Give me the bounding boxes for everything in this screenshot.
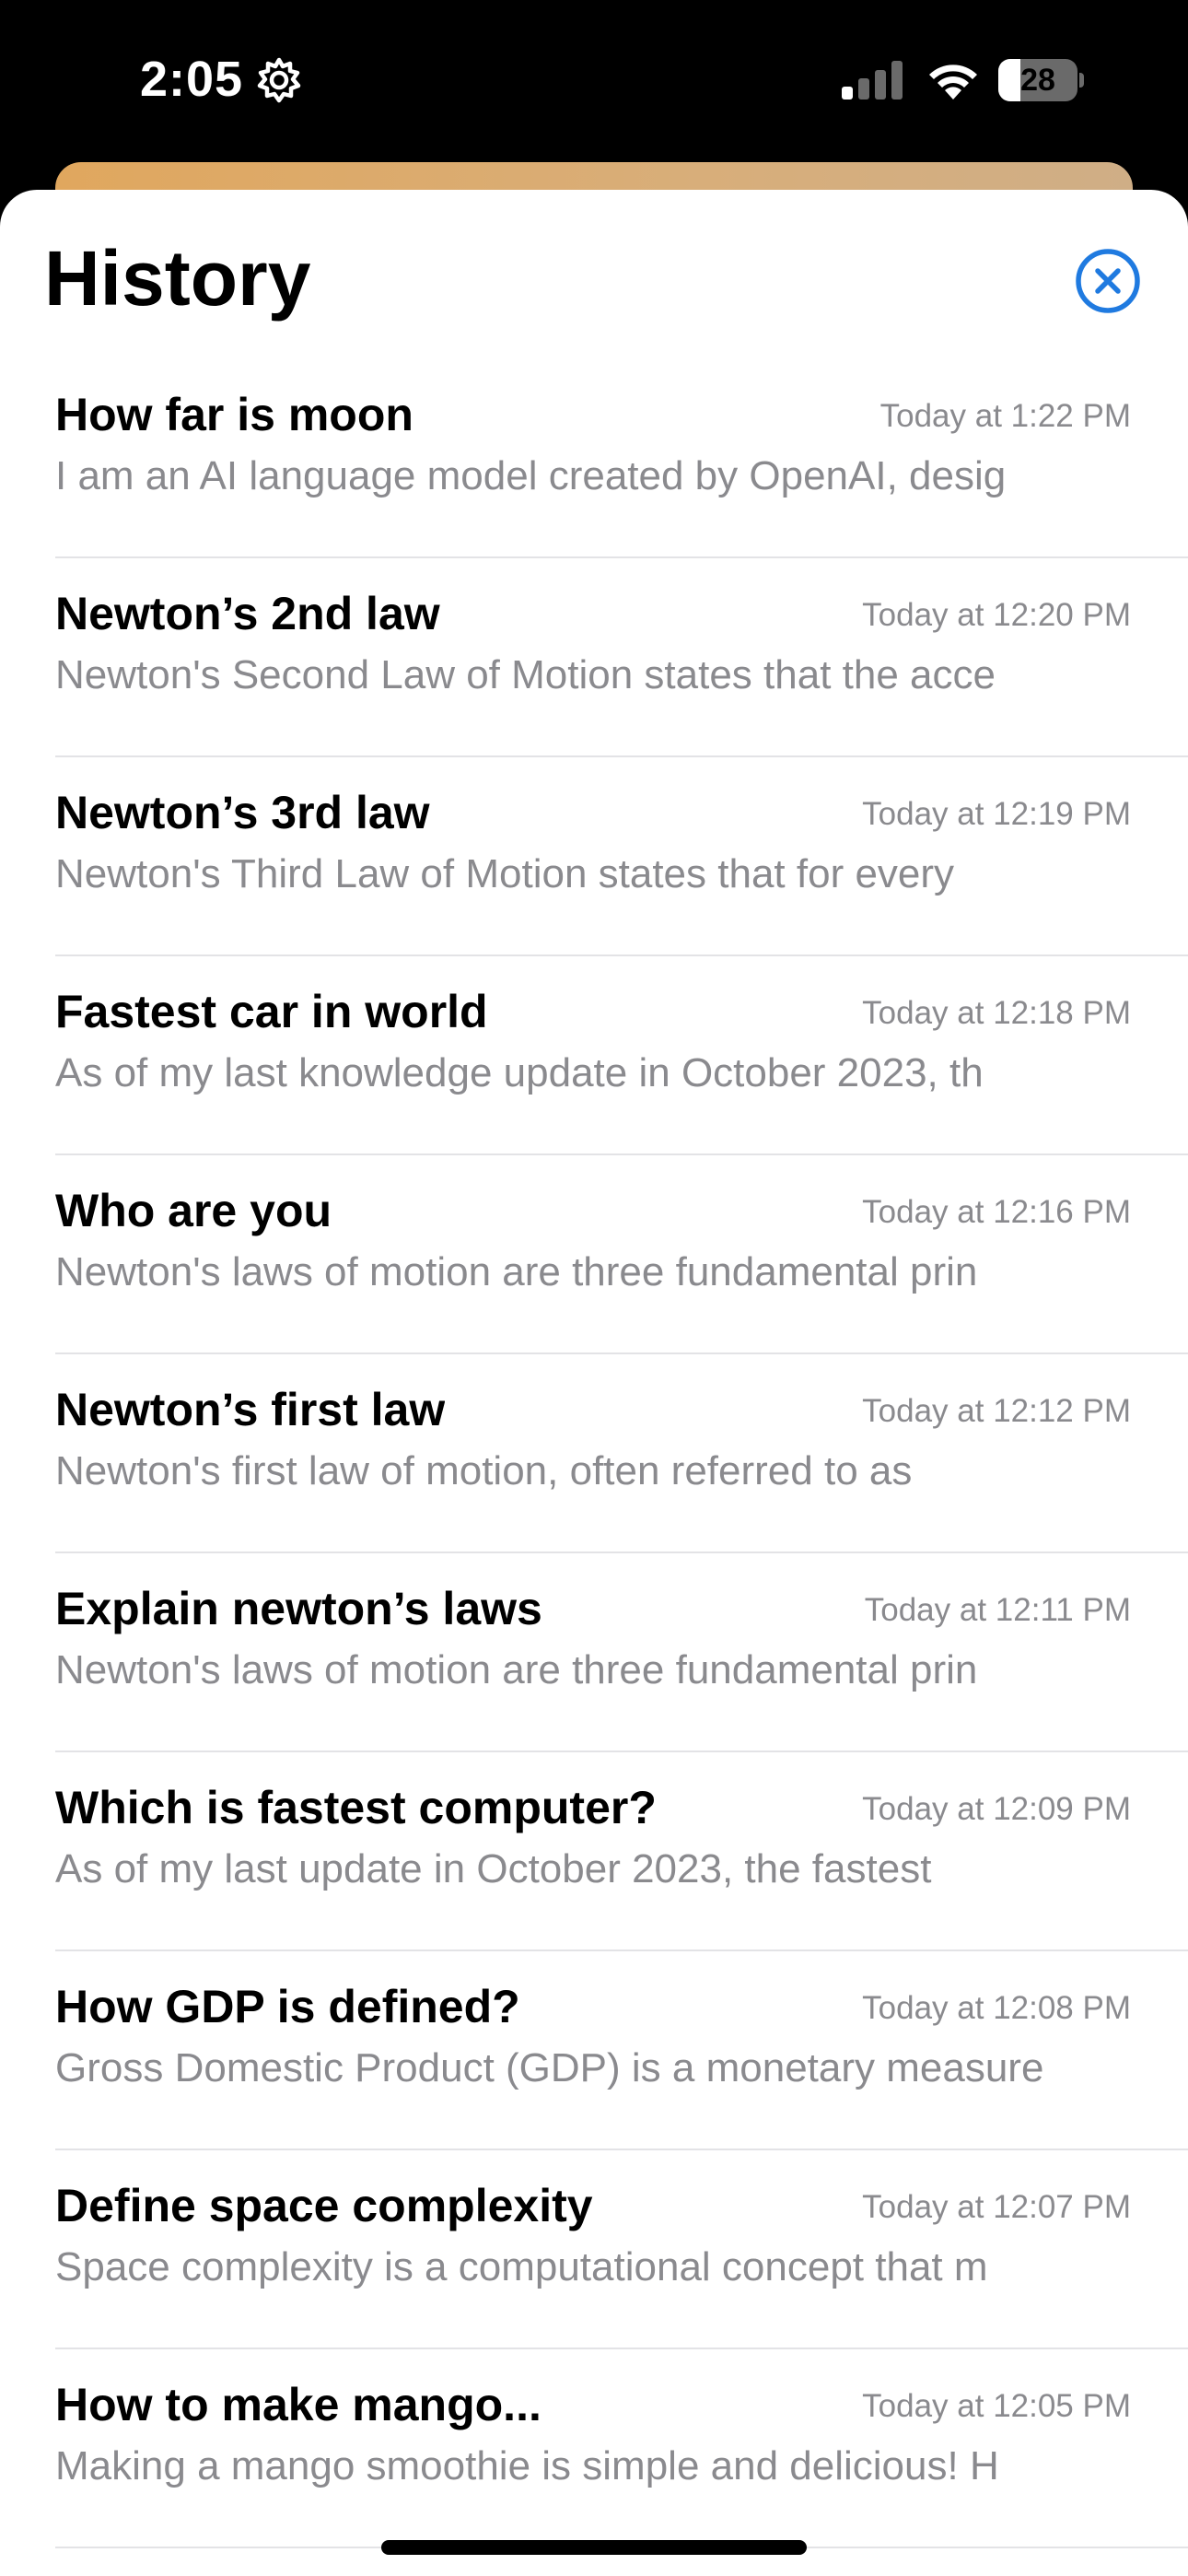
history-item[interactable]: Who are you Today at 12:16 PM Newton's l…	[0, 1155, 1188, 1354]
battery-nub	[1079, 73, 1084, 88]
history-item-title: Define space complexity	[55, 2180, 593, 2231]
history-item[interactable]: Define space complexity Today at 12:07 P…	[0, 2150, 1188, 2349]
history-item-timestamp: Today at 12:12 PM	[862, 1393, 1131, 1429]
history-item-preview: Space complexity is a computational conc…	[55, 2244, 988, 2289]
history-item[interactable]: How GDP is defined? Today at 12:08 PM Gr…	[0, 1951, 1188, 2150]
history-item-title: Newton’s 3rd law	[55, 787, 430, 838]
history-sheet: History How far is moon Today at 1:22 PM…	[0, 190, 1188, 2576]
history-item-title: How to make mango...	[55, 2379, 542, 2430]
history-item-title: Newton’s first law	[55, 1384, 446, 1435]
history-item-timestamp: Today at 12:09 PM	[862, 1791, 1131, 1827]
wifi-icon	[929, 64, 977, 100]
history-item[interactable]: Newton’s 2nd law Today at 12:20 PM Newto…	[0, 558, 1188, 757]
gear-icon	[257, 57, 301, 103]
history-item-preview: Gross Domestic Product (GDP) is a moneta…	[55, 2045, 1044, 2090]
history-item-preview: Newton's laws of motion are three fundam…	[55, 1647, 978, 1692]
battery-icon: 28	[998, 59, 1084, 101]
history-item-timestamp: Today at 12:18 PM	[862, 995, 1131, 1031]
history-item-preview: Newton's first law of motion, often refe…	[55, 1448, 913, 1493]
history-item-preview: Newton's Third Law of Motion states that…	[55, 851, 955, 896]
history-item-timestamp: Today at 12:05 PM	[862, 2388, 1131, 2424]
history-item[interactable]: How far is moon Today at 1:22 PM I am an…	[0, 359, 1188, 558]
history-item-preview: As of my last update in October 2023, th…	[55, 1846, 932, 1891]
history-item-timestamp: Today at 12:20 PM	[862, 597, 1131, 633]
battery-body: 28	[998, 59, 1077, 101]
history-item-preview: Making a mango smoothie is simple and de…	[55, 2443, 999, 2488]
history-item[interactable]: Newton’s first law Today at 12:12 PM New…	[0, 1354, 1188, 1553]
history-item-timestamp: Today at 12:19 PM	[862, 796, 1131, 832]
history-item-timestamp: Today at 12:07 PM	[862, 2189, 1131, 2225]
status-bar: 2:05 28	[0, 0, 1188, 157]
history-item-title: How far is moon	[55, 389, 413, 440]
history-item-preview: Newton's Second Law of Motion states tha…	[55, 652, 996, 697]
cellular-signal-icon	[842, 61, 903, 100]
history-item[interactable]: Fastest car in world Today at 12:18 PM A…	[0, 956, 1188, 1155]
history-item-timestamp: Today at 12:11 PM	[864, 1592, 1131, 1628]
history-item-title: How GDP is defined?	[55, 1981, 520, 2032]
history-item-timestamp: Today at 12:08 PM	[862, 1990, 1131, 2026]
history-item-preview: Newton's laws of motion are three fundam…	[55, 1249, 978, 1294]
history-list: How far is moon Today at 1:22 PM I am an…	[0, 359, 1188, 2548]
history-item-preview: As of my last knowledge update in Octobe…	[55, 1050, 984, 1095]
battery-level: 28	[1020, 63, 1055, 98]
history-item-title: Who are you	[55, 1185, 332, 1236]
history-item[interactable]: Newton’s 3rd law Today at 12:19 PM Newto…	[0, 757, 1188, 956]
history-item-title: Newton’s 2nd law	[55, 588, 440, 639]
history-item-preview: I am an AI language model created by Ope…	[55, 453, 1007, 498]
close-icon[interactable]	[1074, 247, 1142, 315]
history-item-timestamp: Today at 1:22 PM	[879, 398, 1131, 434]
history-item[interactable]: Which is fastest computer? Today at 12:0…	[0, 1752, 1188, 1951]
history-item[interactable]: Explain newton’s laws Today at 12:11 PM …	[0, 1553, 1188, 1752]
history-item-title: Fastest car in world	[55, 986, 488, 1037]
page-title: History	[44, 235, 311, 322]
screen: 2:05 28 History How far is moon Today at…	[0, 0, 1188, 2576]
status-time: 2:05	[140, 52, 244, 107]
home-indicator[interactable]	[381, 2540, 807, 2555]
history-item-timestamp: Today at 12:16 PM	[862, 1194, 1131, 1230]
history-item-title: Explain newton’s laws	[55, 1583, 542, 1634]
history-item-title: Which is fastest computer?	[55, 1782, 657, 1833]
history-item[interactable]: How to make mango... Today at 12:05 PM M…	[0, 2349, 1188, 2548]
